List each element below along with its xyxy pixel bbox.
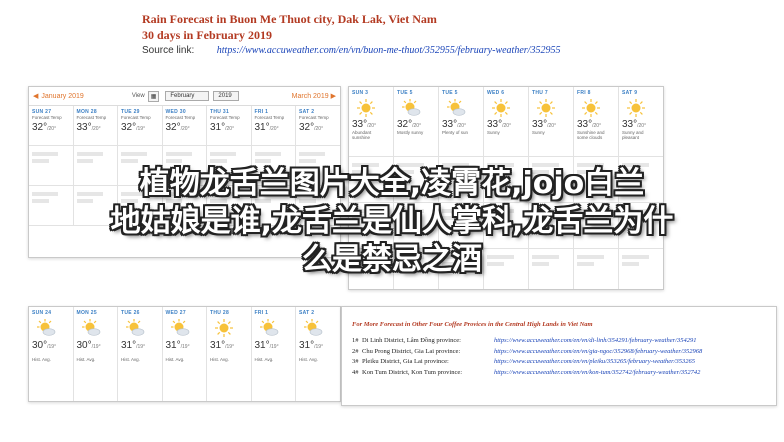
day-cell[interactable]: SUN 3 33°/20° Abundant sunshine — [349, 87, 394, 157]
forecast-link[interactable]: https://www.accuweather.com/en/vn/kon-tu… — [494, 368, 700, 379]
day-cell[interactable]: SUN 27 Forecast Temp 32°/20° — [29, 106, 74, 146]
source-link[interactable]: https://www.accuweather.com/en/vn/buon-m… — [217, 45, 561, 56]
source-row: Source link: https://www.accuweather.com… — [142, 45, 702, 56]
day-cell[interactable]: WED 27 31°/19° Hist. Avg. — [163, 307, 207, 401]
prev-month-link[interactable]: January 2019 — [41, 93, 83, 100]
day-cell[interactable]: THU 31 Forecast Temp 31°/20° — [207, 106, 252, 146]
overlay-line-2: 地姑娘是谁,龙舌兰是仙人掌科,龙舌兰为什 — [110, 204, 674, 239]
page-title: Rain Forecast in Buon Me Thuot city, Dak… — [142, 12, 437, 26]
view-label: View — [131, 93, 145, 99]
source-label: Source link: — [142, 45, 195, 56]
partly-sunny-icon — [304, 319, 323, 336]
prev-arrow-icon[interactable]: ◀ — [33, 92, 38, 100]
overlay-line-1: 植物龙舌兰图片大全,凌霄花,jojo白兰 — [139, 166, 645, 201]
calendar-grid-bottom-left: SUN 24 30°/19° Hist. Avg. MON 25 30°/19° His… — [29, 307, 340, 401]
list-item: 4# Kon Tum District, Kon Tum province: htt… — [352, 368, 768, 379]
partly-sunny-icon — [447, 99, 466, 116]
view-toggle-icon[interactable]: ▦ — [147, 90, 160, 102]
partly-sunny-icon — [126, 319, 145, 336]
forecast-link[interactable]: https://www.accuweather.com/en/vn/gia-ng… — [494, 347, 702, 358]
more-forecast-list: 1# Di Linh District, Lâm Đồng province: ht… — [352, 336, 768, 378]
next-month-link[interactable]: March 2019 — [292, 93, 329, 100]
calendar-nav-bar: ◀ January 2019 View ▦ February 2019 Marc… — [29, 87, 340, 106]
partly-sunny-icon — [402, 99, 421, 116]
page-header: Rain Forecast in Buon Me Thuot city, Dak… — [142, 12, 702, 56]
page-subtitle: 30 days in February 2019 — [142, 28, 273, 42]
forecast-link[interactable]: https://www.accuweather.com/en/vn/di-lin… — [494, 336, 696, 347]
day-cell[interactable]: THU 7 33°/20° Sunny — [529, 87, 574, 157]
year-select[interactable]: 2019 — [213, 91, 240, 101]
list-item: 2# Chu Prong District, Gia Lai province: h… — [352, 347, 768, 358]
day-cell[interactable]: FRI 1 31°/19° Hist. Avg. — [252, 307, 296, 401]
list-item: 1# Di Linh District, Lâm Đồng province: ht… — [352, 336, 768, 347]
list-item: 3# Pleiku District, Gia Lai province: http… — [352, 357, 768, 368]
partly-sunny-icon — [37, 319, 56, 336]
day-cell[interactable]: MON 25 30°/19° Hist. Avg. — [74, 307, 118, 401]
more-forecast-panel: For More Forecast in Other Four Coffee P… — [341, 306, 777, 406]
day-cell[interactable]: SAT 2 Forecast Temp 32°/20° — [296, 106, 340, 146]
partly-sunny-icon — [170, 319, 189, 336]
day-cell[interactable]: WED 6 33°/20° Sunny — [484, 87, 529, 157]
day-cell[interactable]: SUN 24 30°/19° Hist. Avg. — [29, 307, 74, 401]
overlay-line-3: 么是禁忌之酒 — [302, 242, 482, 277]
sun-icon — [215, 319, 233, 337]
partly-sunny-icon — [81, 319, 100, 336]
day-cell[interactable]: SAT 9 33°/20° Sunny and pleasant — [619, 87, 663, 157]
calendar-panel-bottom-left: SUN 24 30°/19° Hist. Avg. MON 25 30°/19° His… — [28, 306, 341, 402]
day-cell[interactable]: FRI 8 33°/20° Sunshine and some clouds — [574, 87, 619, 157]
day-cell[interactable]: SAT 2 31°/19° Hist. Avg. — [296, 307, 340, 401]
sun-icon — [537, 99, 555, 117]
next-arrow-icon[interactable]: ▶ — [331, 92, 336, 100]
month-select[interactable]: February — [165, 91, 210, 101]
sun-icon — [492, 99, 510, 117]
day-cell[interactable]: TUE 5 33°/20° Plenty of sun — [439, 87, 484, 157]
day-cell[interactable]: THU 28 31°/19° Hist. Avg. — [207, 307, 252, 401]
overlay-caption: 植物龙舌兰图片大全,凌霄花,jojo白兰 地姑娘是谁,龙舌兰是仙人掌科,龙舌兰为… — [0, 165, 784, 279]
sun-icon — [627, 99, 645, 117]
day-cell[interactable]: MON 28 Forecast Temp 33°/20° — [73, 106, 118, 146]
day-cell[interactable]: FRI 1 Forecast Temp 31°/20° — [251, 106, 296, 146]
partly-sunny-icon — [259, 319, 278, 336]
sun-icon — [357, 99, 375, 117]
day-cell[interactable]: WED 30 Forecast Temp 32°/20° — [162, 106, 207, 146]
day-cell[interactable]: TUE 26 31°/19° Hist. Avg. — [118, 307, 163, 401]
more-forecast-title: For More Forecast in Other Four Coffee P… — [352, 321, 593, 328]
forecast-link[interactable]: https://www.accuweather.com/en/vn/pleiku… — [494, 357, 695, 368]
day-cell[interactable]: TUE 5 32°/20° Mostly sunny — [394, 87, 439, 157]
day-cell[interactable]: TUE 29 Forecast Temp 32°/19° — [118, 106, 163, 146]
sun-icon — [582, 99, 600, 117]
